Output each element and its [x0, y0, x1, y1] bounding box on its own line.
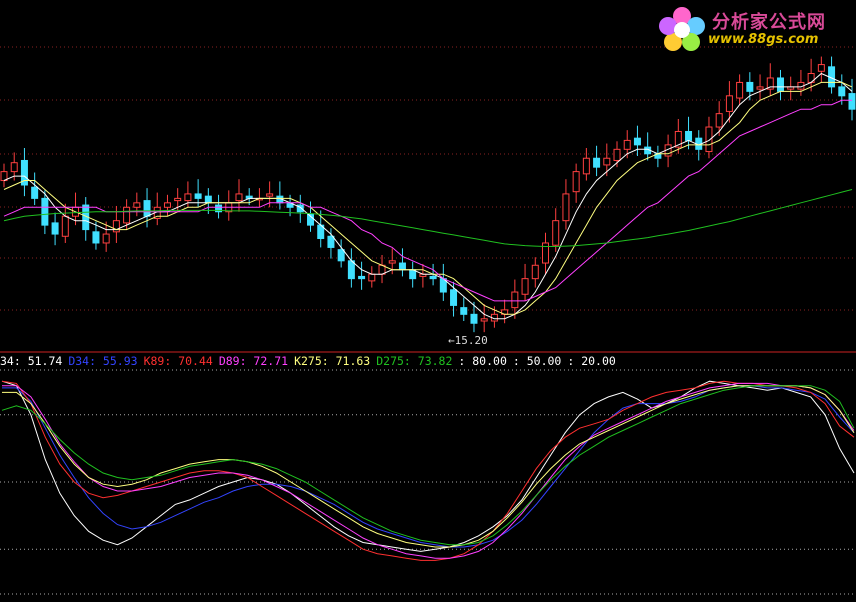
candle-body	[715, 113, 723, 128]
candle-body	[593, 157, 601, 168]
candle-body	[552, 220, 560, 246]
candle-body	[61, 215, 69, 237]
moving-average-lines	[3, 72, 853, 320]
candle-body	[521, 278, 529, 295]
indicator-value: D34: 55.93	[68, 354, 138, 368]
candle-body	[756, 86, 764, 90]
candle-body	[817, 64, 825, 72]
candle-body	[102, 233, 110, 244]
candle-body	[633, 137, 641, 146]
candle-body	[736, 81, 744, 99]
candle-body	[163, 202, 171, 208]
flower-logo-icon	[659, 7, 705, 51]
candle-body	[347, 260, 355, 280]
indicator-value: D275: 73.82	[376, 354, 453, 368]
candle-body	[603, 157, 611, 166]
candle-body	[123, 206, 131, 224]
candle-body	[460, 307, 468, 315]
osc-k275-line	[2, 385, 855, 548]
candle-body	[31, 186, 39, 199]
indicator-value: K275: 71.63	[294, 354, 371, 368]
candle-body	[368, 273, 376, 282]
candle-body	[358, 275, 366, 280]
candle-body	[398, 262, 406, 271]
ma-longest-line	[3, 189, 853, 247]
candle-body	[531, 264, 539, 280]
candle-body	[725, 95, 733, 112]
osc-d275-line	[1, 385, 855, 546]
candle-body	[51, 222, 59, 235]
indicator-value: : 80.00	[458, 354, 507, 368]
candle-body	[10, 162, 18, 173]
candle-body	[746, 81, 754, 92]
price-grid	[0, 46, 856, 353]
site-logo: 分析家公式网 www.88gs.com	[656, 4, 856, 56]
candlesticks	[0, 56, 856, 333]
osc-d34-line	[2, 385, 855, 548]
candle-body	[613, 148, 621, 161]
logo-url: www.88gs.com	[708, 32, 819, 47]
ma-long-line	[3, 99, 852, 302]
candle-body	[705, 126, 713, 153]
osc-d89-line	[2, 382, 855, 559]
candle-body	[92, 231, 100, 244]
ma-mid-line	[3, 81, 853, 315]
candle-body	[838, 86, 846, 97]
osc-k34-line	[1, 380, 855, 552]
candle-body	[623, 139, 631, 150]
candle-body	[388, 260, 396, 264]
candle-body	[337, 249, 345, 262]
osc-k89-line	[1, 380, 855, 561]
candle-body	[429, 275, 437, 280]
candle-body	[266, 193, 274, 197]
candle-body	[480, 318, 488, 322]
candle-body	[848, 93, 856, 110]
candle-body	[470, 313, 478, 324]
candle-body	[133, 202, 141, 208]
indicator-value: D89: 72.71	[218, 354, 289, 368]
candle-body	[112, 220, 120, 233]
candle-body	[450, 289, 458, 306]
candle-body	[143, 200, 151, 217]
indicator-value: K89: 70.44	[143, 354, 213, 368]
candle-body	[204, 195, 212, 204]
candle-body	[194, 193, 202, 199]
low-price-value: 15.20	[454, 334, 488, 347]
indicator-value: : 50.00	[512, 354, 562, 368]
candle-body	[562, 193, 570, 222]
candle-body	[572, 171, 580, 193]
candle-body	[582, 157, 590, 175]
oscillator-lines	[1, 380, 855, 561]
logo-title: 分析家公式网	[712, 12, 826, 33]
candle-body	[511, 291, 519, 309]
indicator-header: 34: 51.74 D34: 55.93 K89: 70.44 D89: 72.71 K…	[0, 353, 622, 369]
indicator-value: : 20.00	[567, 354, 616, 368]
candle-body	[41, 197, 49, 226]
indicator-value: 34: 51.74	[0, 354, 63, 368]
ma-short-line	[3, 72, 853, 320]
candle-body	[776, 77, 784, 92]
candle-body	[327, 235, 335, 248]
low-price-marker: ←15.20	[448, 334, 488, 347]
candle-body	[174, 197, 182, 202]
candle-body	[184, 193, 192, 202]
stock-chart[interactable]	[0, 0, 856, 602]
candle-body	[685, 130, 693, 141]
candle-body	[235, 193, 243, 202]
